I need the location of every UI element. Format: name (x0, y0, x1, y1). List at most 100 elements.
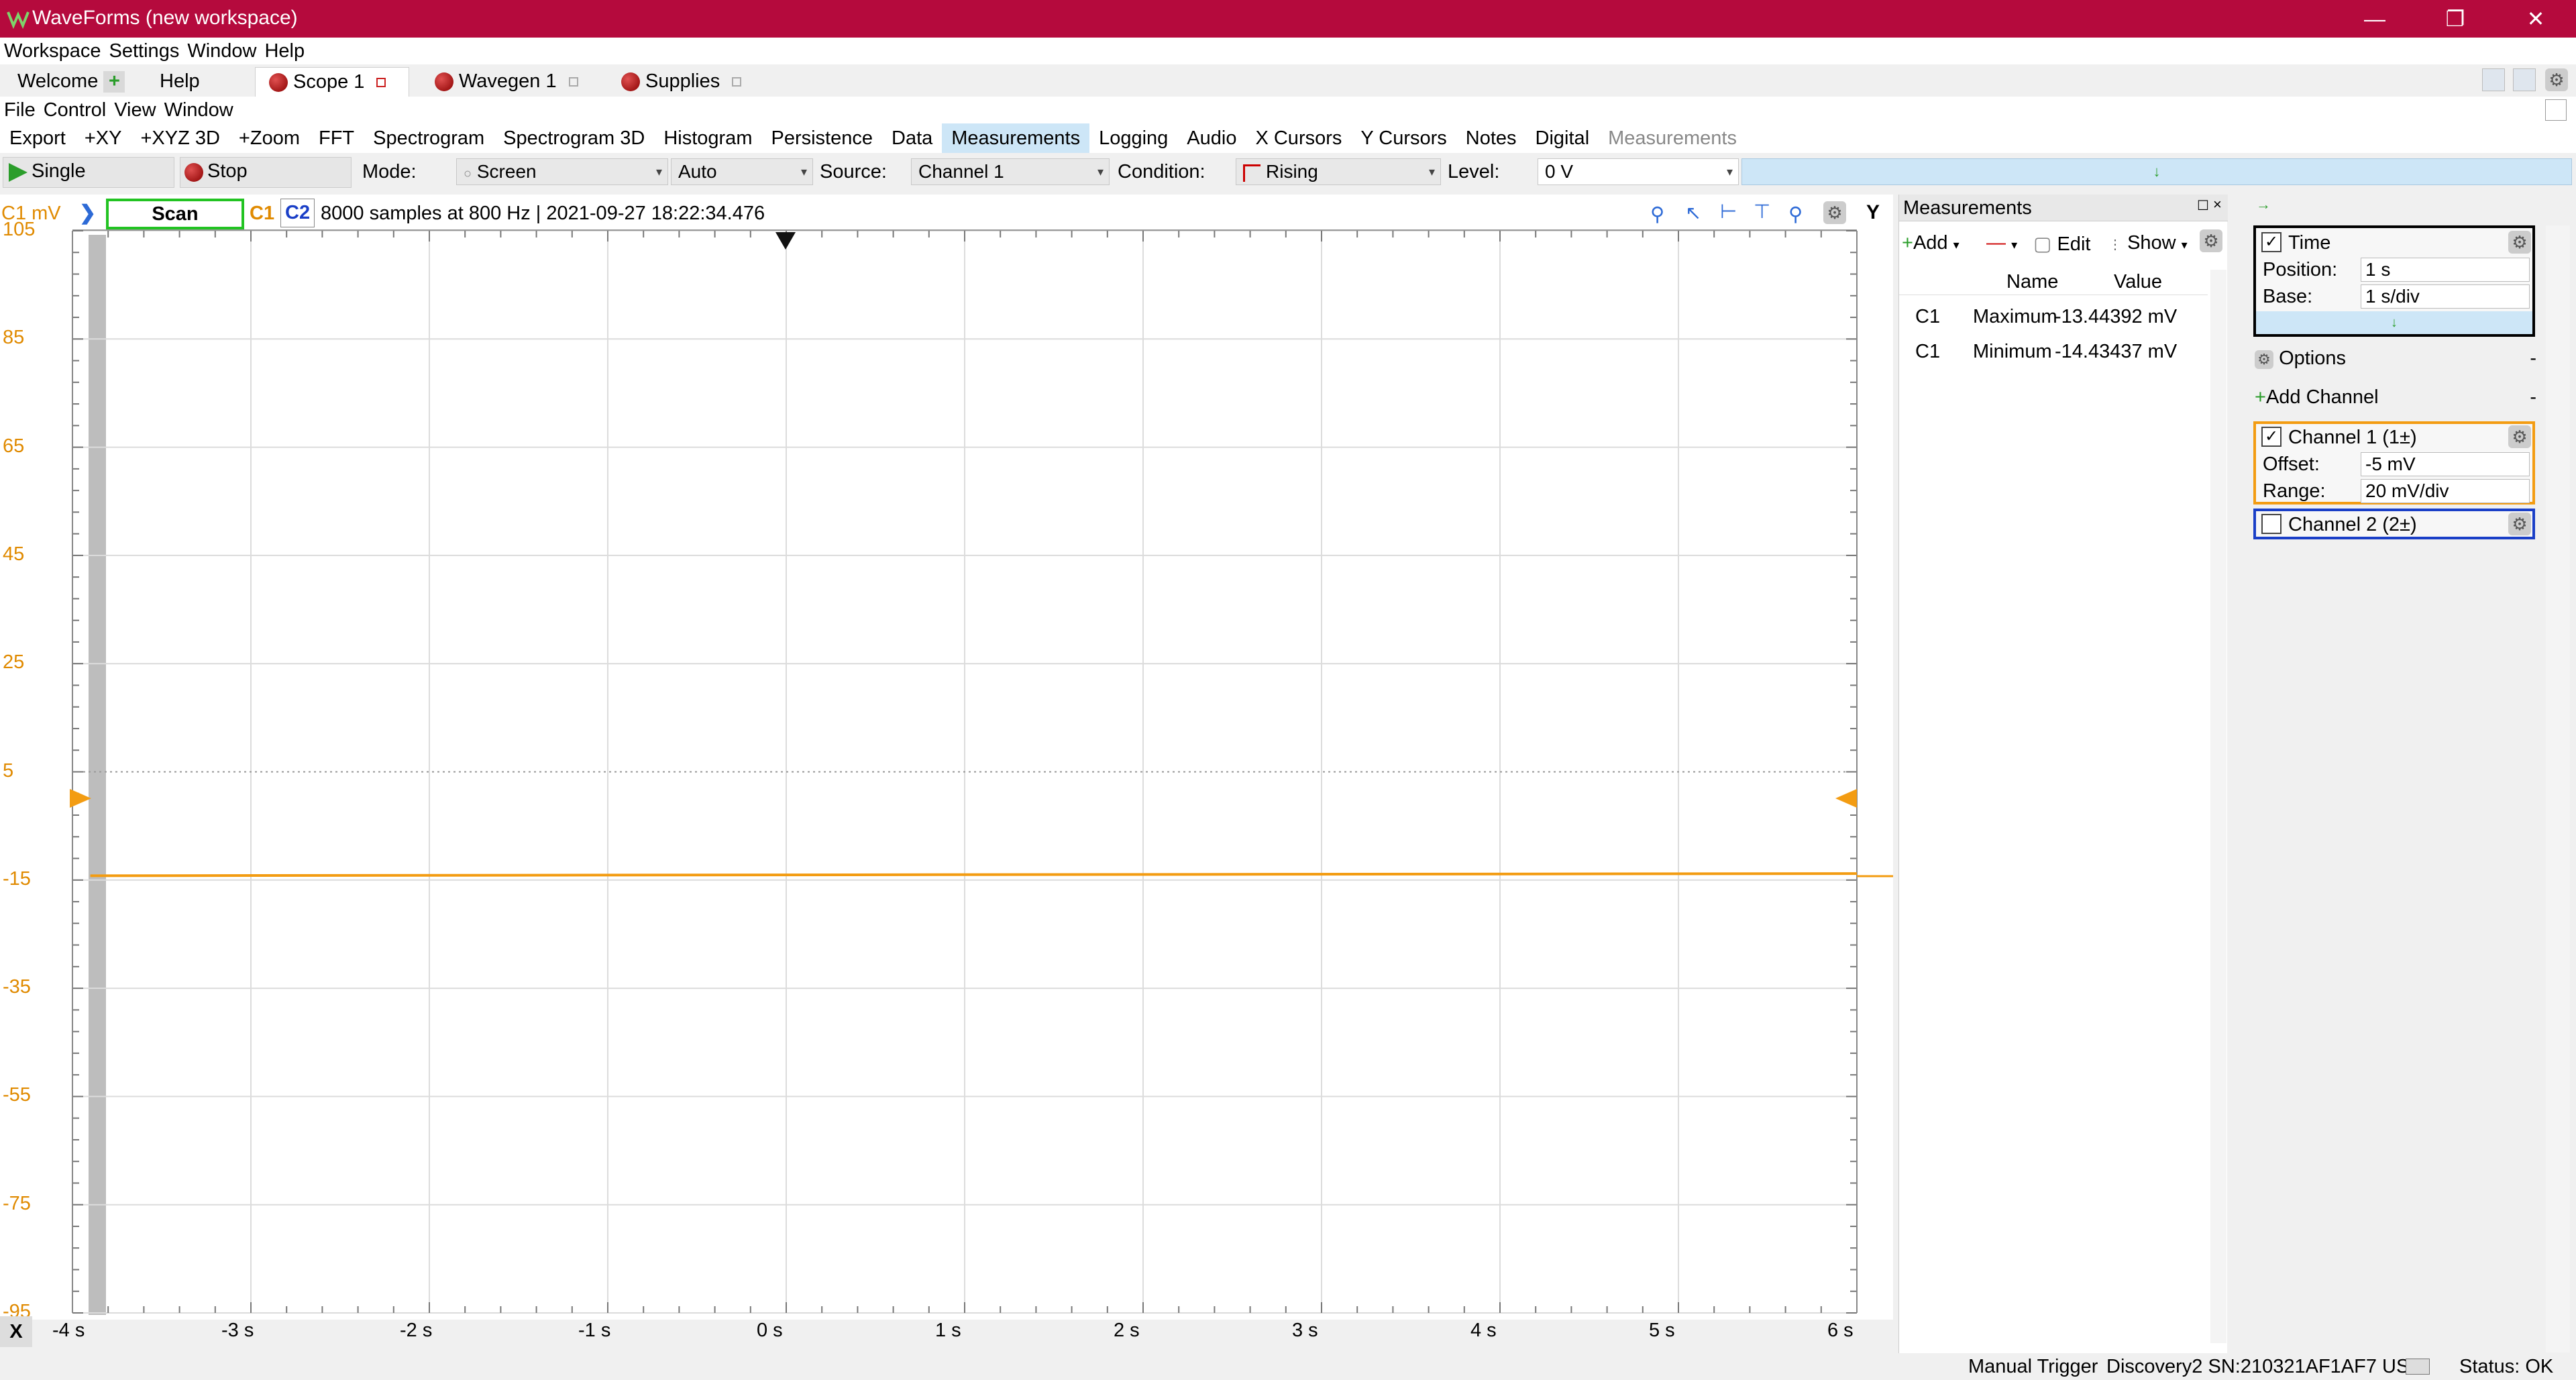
tab-scope[interactable]: Scope 1 (255, 67, 409, 97)
close-panel-icon[interactable]: × (2213, 196, 2222, 213)
device-status[interactable]: Discovery2 SN:210321AF1AF7 USB (2106, 1356, 2422, 1378)
edit-icon: ▢ (2033, 233, 2052, 255)
close-window-button[interactable]: ✕ (2496, 0, 2576, 38)
table-row[interactable]: C1 Maximum -13.44392 mV (1899, 302, 2208, 335)
collapse-arrow-icon[interactable]: → (2256, 196, 2271, 213)
remove-measurement-button[interactable]: — ▾ (1986, 232, 2017, 254)
menu-settings[interactable]: Settings (105, 38, 184, 64)
toolbar-digital[interactable]: Digital (1526, 123, 1599, 153)
y-tick-label: 45 (3, 543, 25, 565)
settings-gear-icon[interactable]: ⚙ (2545, 68, 2568, 91)
measurements-scrollbar[interactable] (2210, 270, 2226, 1343)
scope-settings-gear-icon[interactable]: ⚙ (1823, 201, 1846, 224)
channel-1-checkbox[interactable]: ✓ (2261, 427, 2282, 447)
toolbar-spectrogram[interactable]: Spectrogram (364, 123, 494, 153)
toolbar-histogram[interactable]: Histogram (654, 123, 761, 153)
tab-help[interactable]: Help (146, 67, 213, 97)
align-left-icon[interactable]: ⊢ (1720, 200, 1737, 223)
base-input[interactable]: 1 s/div (2361, 284, 2530, 309)
position-input[interactable]: 1 s (2361, 258, 2530, 282)
time-gear-icon[interactable]: ⚙ (2508, 231, 2531, 254)
toolbar-xy[interactable]: +XY (75, 123, 131, 153)
x-axis-toggle[interactable]: X (0, 1316, 32, 1347)
toolbar-measurements[interactable]: Measurements (942, 123, 1090, 153)
add-tab-icon[interactable]: + (103, 71, 125, 93)
condition-select[interactable]: Rising ▾ (1236, 158, 1441, 185)
menu-help[interactable]: Help (260, 38, 309, 64)
plot-canvas[interactable] (0, 229, 1893, 1320)
channel-1-settings: ✓ Channel 1 (1±) ⚙ Offset: -5 mV Range: … (2253, 421, 2535, 505)
channel-2-checkbox[interactable] (2261, 514, 2282, 534)
toolbar-spectrogram-3d[interactable]: Spectrogram 3D (494, 123, 654, 153)
close-tab-icon[interactable] (568, 77, 578, 87)
toolbar-notes[interactable]: Notes (1456, 123, 1526, 153)
toolbar-fft[interactable]: FFT (309, 123, 364, 153)
time-checkbox[interactable]: ✓ (2261, 232, 2282, 252)
toolbar-data[interactable]: Data (882, 123, 942, 153)
menu-file[interactable]: File (0, 97, 40, 123)
options-button[interactable]: ⚙ Options - (2255, 348, 2536, 370)
level-input[interactable]: 0 V ▾ (1538, 158, 1739, 185)
channel-1-offset-marker-icon[interactable] (70, 789, 91, 808)
toolbar-logging[interactable]: Logging (1089, 123, 1177, 153)
edit-button[interactable]: ▢ Edit (2033, 232, 2090, 256)
add-measurement-button[interactable]: +Add ▾ (1902, 232, 1960, 254)
tab-supplies[interactable]: Supplies (608, 67, 755, 97)
menu-view[interactable]: View (110, 97, 160, 123)
tab-welcome[interactable]: Welcome + (4, 67, 138, 97)
toolbar-y-cursors[interactable]: Y Cursors (1351, 123, 1456, 153)
toolbar-persistence[interactable]: Persistence (761, 123, 882, 153)
menu-control[interactable]: Control (40, 97, 111, 123)
row-channel: C1 (1915, 306, 1941, 327)
channel-1-gear-icon[interactable]: ⚙ (2508, 425, 2531, 448)
menu-window[interactable]: Window (183, 38, 260, 64)
add-channel-button[interactable]: +Add Channel - (2255, 386, 2536, 409)
expand-arrow-icon[interactable]: ❯ (79, 201, 96, 225)
channel-2-toggle[interactable]: C2 (280, 199, 315, 227)
measurements-panel: Measurements ☐ × +Add ▾ — ▾ ▢ Edit ⋮ Sho… (1898, 195, 2228, 1355)
trigger-position-slider[interactable]: ↓ (1741, 158, 2572, 185)
toolbar-export[interactable]: Export (0, 123, 75, 153)
close-tab-icon[interactable] (376, 78, 386, 88)
table-row[interactable]: C1 Minimum -14.43437 mV (1899, 337, 2208, 370)
auto-select[interactable]: Auto ▾ (671, 158, 813, 185)
channel-1-toggle[interactable]: C1 (250, 203, 274, 225)
toolbar-zoom[interactable]: +Zoom (229, 123, 309, 153)
channel-2-gear-icon[interactable]: ⚙ (2508, 513, 2531, 535)
cursor-tool-icon[interactable]: ↖ (1685, 201, 1701, 225)
record-icon (435, 72, 453, 92)
measurements-gear-icon[interactable]: ⚙ (2200, 229, 2222, 252)
stop-button[interactable]: Stop (180, 157, 352, 188)
close-tab-icon[interactable] (732, 77, 742, 87)
offset-input[interactable]: -5 mV (2361, 452, 2530, 476)
mode-select[interactable]: ○ Screen ▾ (456, 158, 668, 185)
show-button[interactable]: ⋮ Show ▾ (2108, 232, 2188, 254)
source-select[interactable]: Channel 1 ▾ (911, 158, 1110, 185)
align-top-icon[interactable]: ⊤ (1754, 200, 1770, 223)
add-label: Add (1913, 232, 1948, 254)
time-position-slider[interactable]: ↓ (2256, 311, 2532, 334)
trigger-time-marker-icon[interactable] (775, 232, 796, 250)
range-input[interactable]: 20 mV/div (2361, 479, 2530, 503)
y-axis-toggle[interactable]: Y (1866, 201, 1880, 224)
zoom-out-icon[interactable]: ⚲ (1788, 203, 1803, 226)
minimize-button[interactable]: — (2334, 0, 2415, 38)
layout-icon[interactable] (2482, 68, 2505, 91)
zoom-in-icon[interactable]: ⚲ (1650, 203, 1664, 226)
pin-icon[interactable]: ☐ (2197, 197, 2209, 214)
trigger-level-marker-icon[interactable] (1835, 789, 1857, 808)
tab-wavegen[interactable]: Wavegen 1 (421, 67, 592, 97)
toolbar-xyz3d[interactable]: +XYZ 3D (131, 123, 229, 153)
settings-scrollbar[interactable] (2546, 225, 2570, 1352)
toolbar-audio[interactable]: Audio (1177, 123, 1246, 153)
oscilloscope-plot[interactable]: 105 85 65 45 25 5 -15 -35 -55 -75 -95 (0, 219, 1893, 1322)
layout-split-icon[interactable] (2513, 68, 2536, 91)
menu-window[interactable]: Window (160, 97, 237, 123)
dock-icon[interactable] (2545, 99, 2567, 121)
toolbar-x-cursors[interactable]: X Cursors (1246, 123, 1351, 153)
single-button[interactable]: Single (3, 157, 174, 188)
scan-button[interactable]: Scan (106, 199, 244, 229)
series-line-C1 (90, 872, 1858, 878)
menu-workspace[interactable]: Workspace (0, 38, 105, 64)
restore-button[interactable]: ❐ (2415, 0, 2496, 38)
